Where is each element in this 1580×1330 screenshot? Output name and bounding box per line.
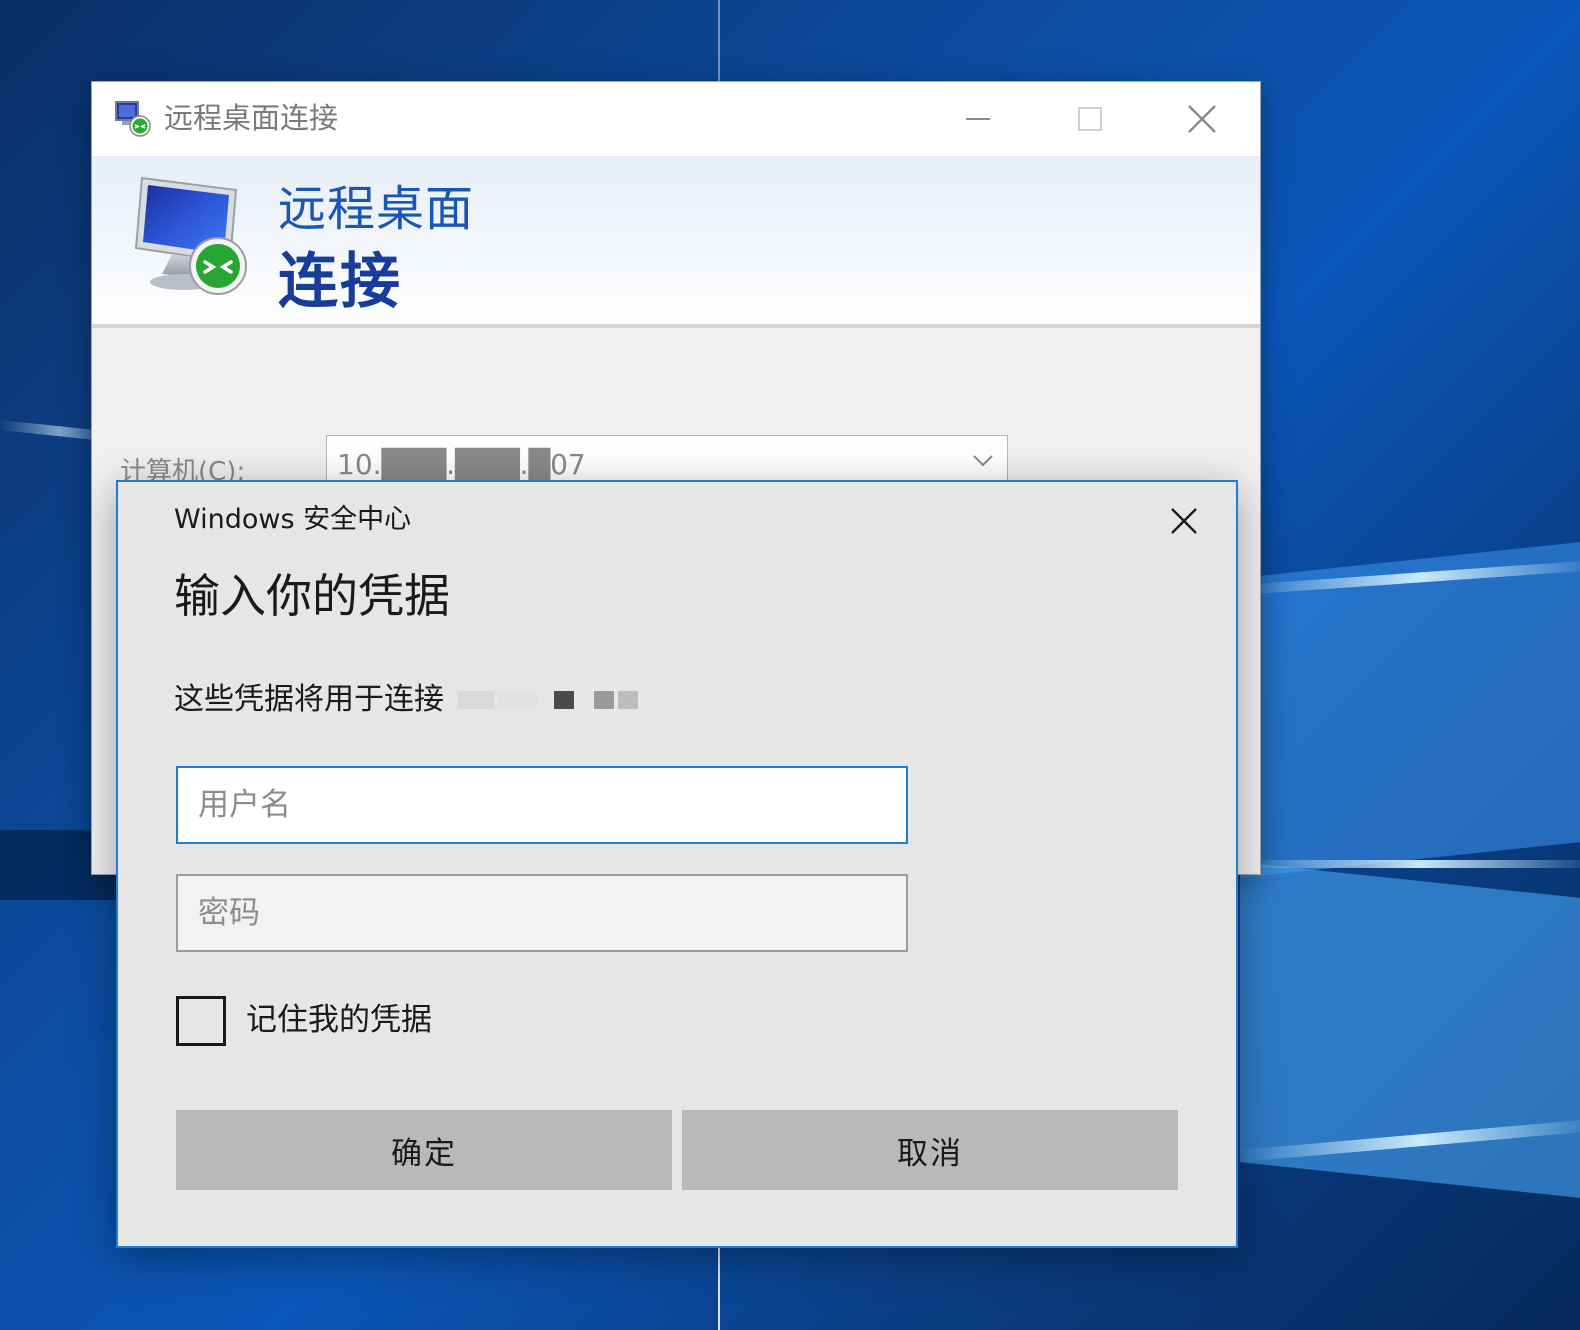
window-titlebar: 远程桌面连接 — [92, 82, 1260, 156]
cancel-button[interactable]: 取消 — [682, 1110, 1178, 1190]
dialog-heading: 输入你的凭据 — [174, 569, 450, 623]
redacted-target — [454, 691, 638, 709]
remember-credentials-label[interactable]: 记住我的凭据 — [246, 998, 432, 1042]
close-icon — [1171, 508, 1197, 534]
maximize-icon — [1078, 107, 1102, 131]
monitor-connect-icon — [132, 174, 254, 298]
computer-value: 10.███.███.█07 — [337, 448, 586, 481]
dialog-app-name: Windows 安全中心 — [174, 504, 412, 535]
minimize-button[interactable] — [922, 82, 1034, 156]
window-close-button[interactable] — [1146, 82, 1258, 156]
remote-desktop-icon — [112, 98, 152, 138]
ok-button[interactable]: 确定 — [176, 1110, 672, 1190]
remember-credentials-checkbox[interactable] — [176, 996, 226, 1046]
window-title: 远程桌面连接 — [164, 101, 339, 135]
password-input[interactable] — [176, 874, 908, 952]
computer-combobox[interactable]: 10.███.███.█07 — [326, 435, 1008, 485]
username-input[interactable] — [176, 766, 908, 844]
close-icon — [1188, 105, 1216, 133]
maximize-button[interactable] — [1034, 82, 1146, 156]
banner-title: 远程桌面 — [278, 181, 475, 237]
credential-dialog: Windows 安全中心 输入你的凭据 这些凭据将用于连接 记住我的凭据 确定 … — [116, 480, 1238, 1248]
minimize-icon — [966, 118, 990, 120]
dialog-description: 这些凭据将用于连接 — [174, 680, 638, 720]
chevron-down-icon[interactable] — [959, 436, 1007, 484]
rdp-banner: 远程桌面 连接 — [92, 156, 1260, 328]
banner-subtitle: 连接 — [278, 247, 402, 317]
description-text: 这些凭据将用于连接 — [174, 682, 444, 717]
dialog-close-button[interactable] — [1154, 494, 1214, 548]
